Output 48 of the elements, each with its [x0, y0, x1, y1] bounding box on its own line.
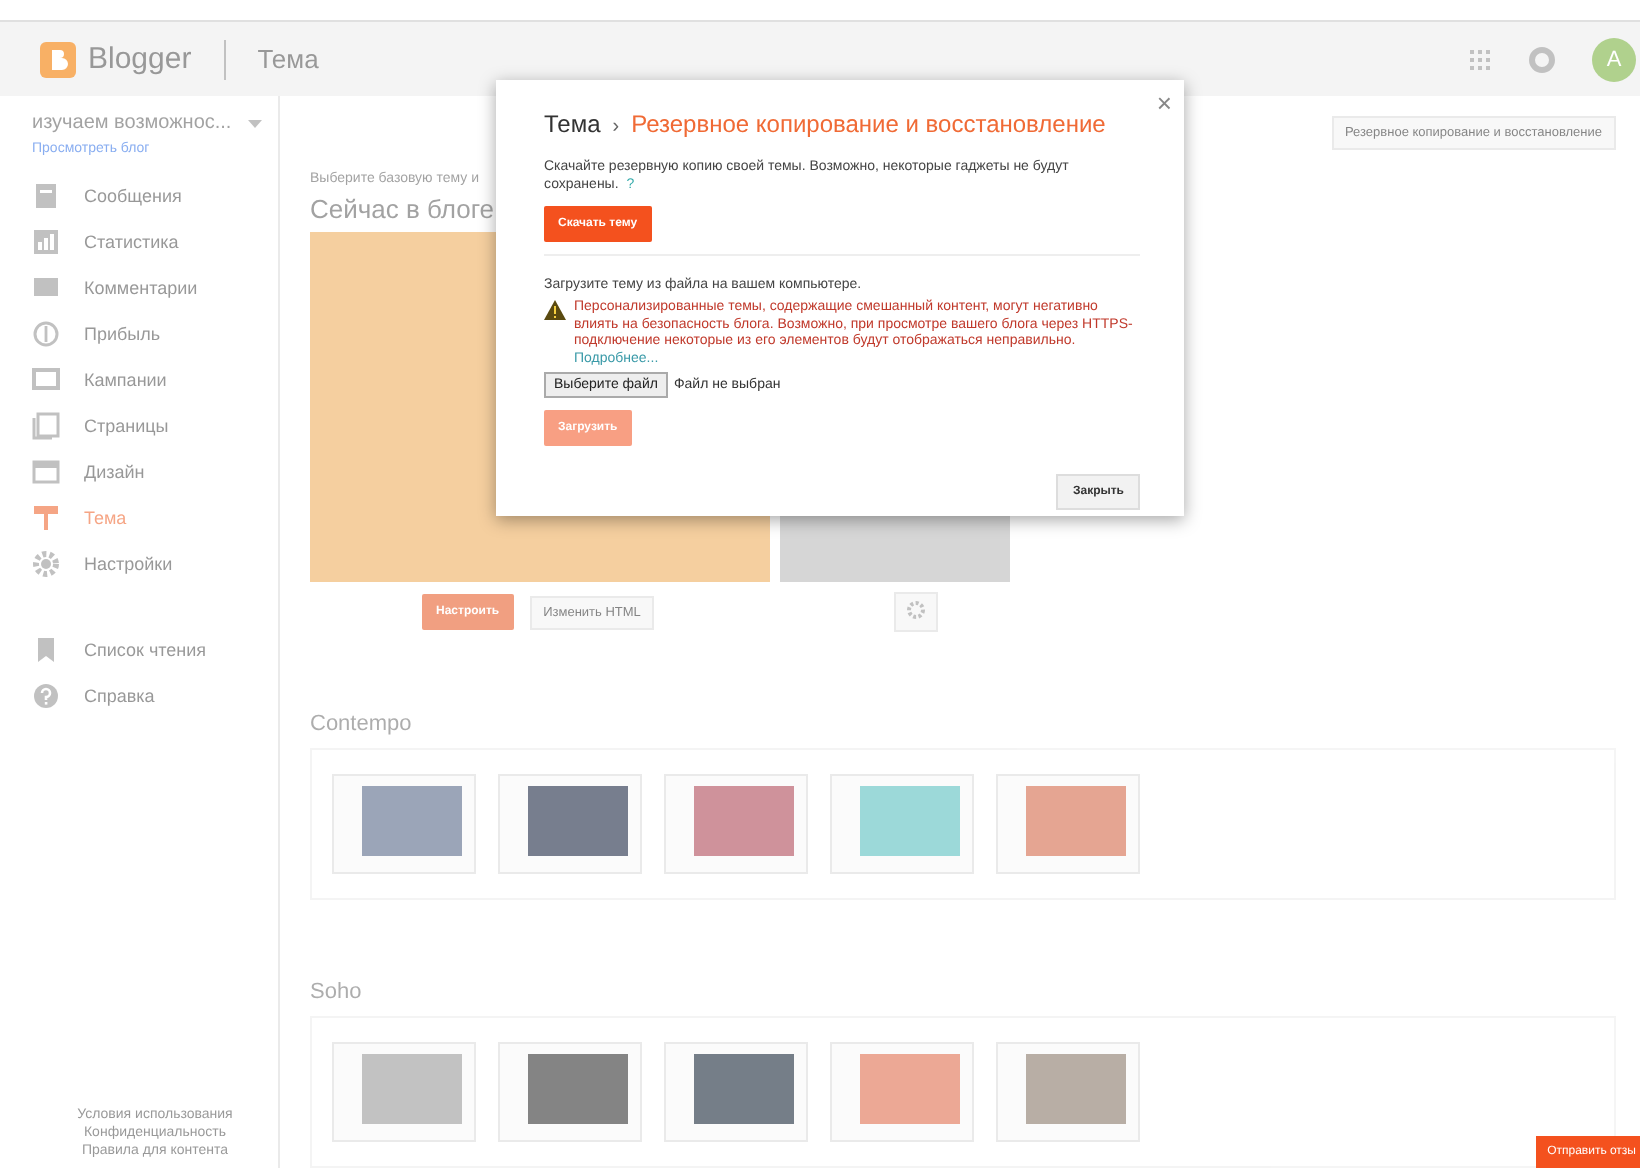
theme-thumbnail[interactable]	[996, 774, 1140, 874]
calendar-icon	[32, 457, 60, 485]
logo-text: Blogger	[88, 42, 192, 76]
gear-icon	[906, 600, 927, 620]
document-icon	[32, 181, 60, 209]
sidebar-item[interactable]: Дизайн	[32, 448, 278, 494]
theme-thumbnail[interactable]	[332, 1042, 476, 1142]
theme-thumbnail[interactable]	[498, 774, 642, 874]
sidebar-item[interactable]: Сообщения	[32, 172, 278, 218]
sidebar-item[interactable]: Список чтения	[32, 626, 278, 672]
theme-thumbnail[interactable]	[830, 1042, 974, 1142]
dropdown-caret-icon	[247, 119, 262, 127]
sidebar-item[interactable]: Кампании	[32, 356, 278, 402]
gear-icon	[32, 549, 60, 577]
theme-thumbnail[interactable]	[664, 1042, 808, 1142]
sidebar-item[interactable]: Комментарии	[32, 264, 278, 310]
breadcrumb-link[interactable]: Тема	[544, 110, 601, 138]
bar-chart-icon	[32, 227, 60, 255]
theme-group-title: Soho	[310, 980, 364, 1004]
notifications-icon	[1528, 45, 1556, 73]
screen-icon	[32, 365, 60, 393]
close-button[interactable]: ×	[1156, 88, 1172, 118]
sidebar-item[interactable]: Прибыль	[32, 310, 278, 356]
theme-group-title: Contempo	[310, 712, 414, 736]
sidebar-item[interactable]: Справка	[32, 672, 278, 718]
sidebar-item[interactable]: Страницы	[32, 402, 278, 448]
sidebar-item[interactable]: Настройки	[32, 540, 278, 586]
avatar[interactable]: A	[1592, 37, 1636, 81]
warning-icon	[544, 300, 566, 320]
section-title: Сейчас в блоге	[310, 194, 495, 224]
theme-thumbnail[interactable]	[332, 774, 476, 874]
mobile-settings-button[interactable]	[894, 592, 939, 632]
help-icon	[32, 681, 60, 709]
breadcrumb-separator: ›	[612, 116, 620, 138]
blogger-logo-icon	[40, 41, 76, 77]
theme-thumbnail[interactable]	[664, 774, 808, 874]
pages-icon	[32, 411, 60, 439]
apps-grid-icon	[1468, 47, 1492, 71]
theme-thumbnail[interactable]	[996, 1042, 1140, 1142]
theme-thumbnail[interactable]	[830, 774, 974, 874]
page-title: Тема	[257, 44, 319, 74]
theme-thumbnail[interactable]	[498, 1042, 642, 1142]
blog-selector[interactable]: изучаем возможнос...	[32, 112, 278, 134]
dialog-title: Резервное копирование и восстановление	[631, 110, 1106, 138]
sidebar-item[interactable]: Статистика	[32, 218, 278, 264]
sidebar-item[interactable]: Тема	[32, 494, 278, 540]
coin-icon	[32, 319, 60, 347]
bookmark-icon	[32, 635, 60, 663]
